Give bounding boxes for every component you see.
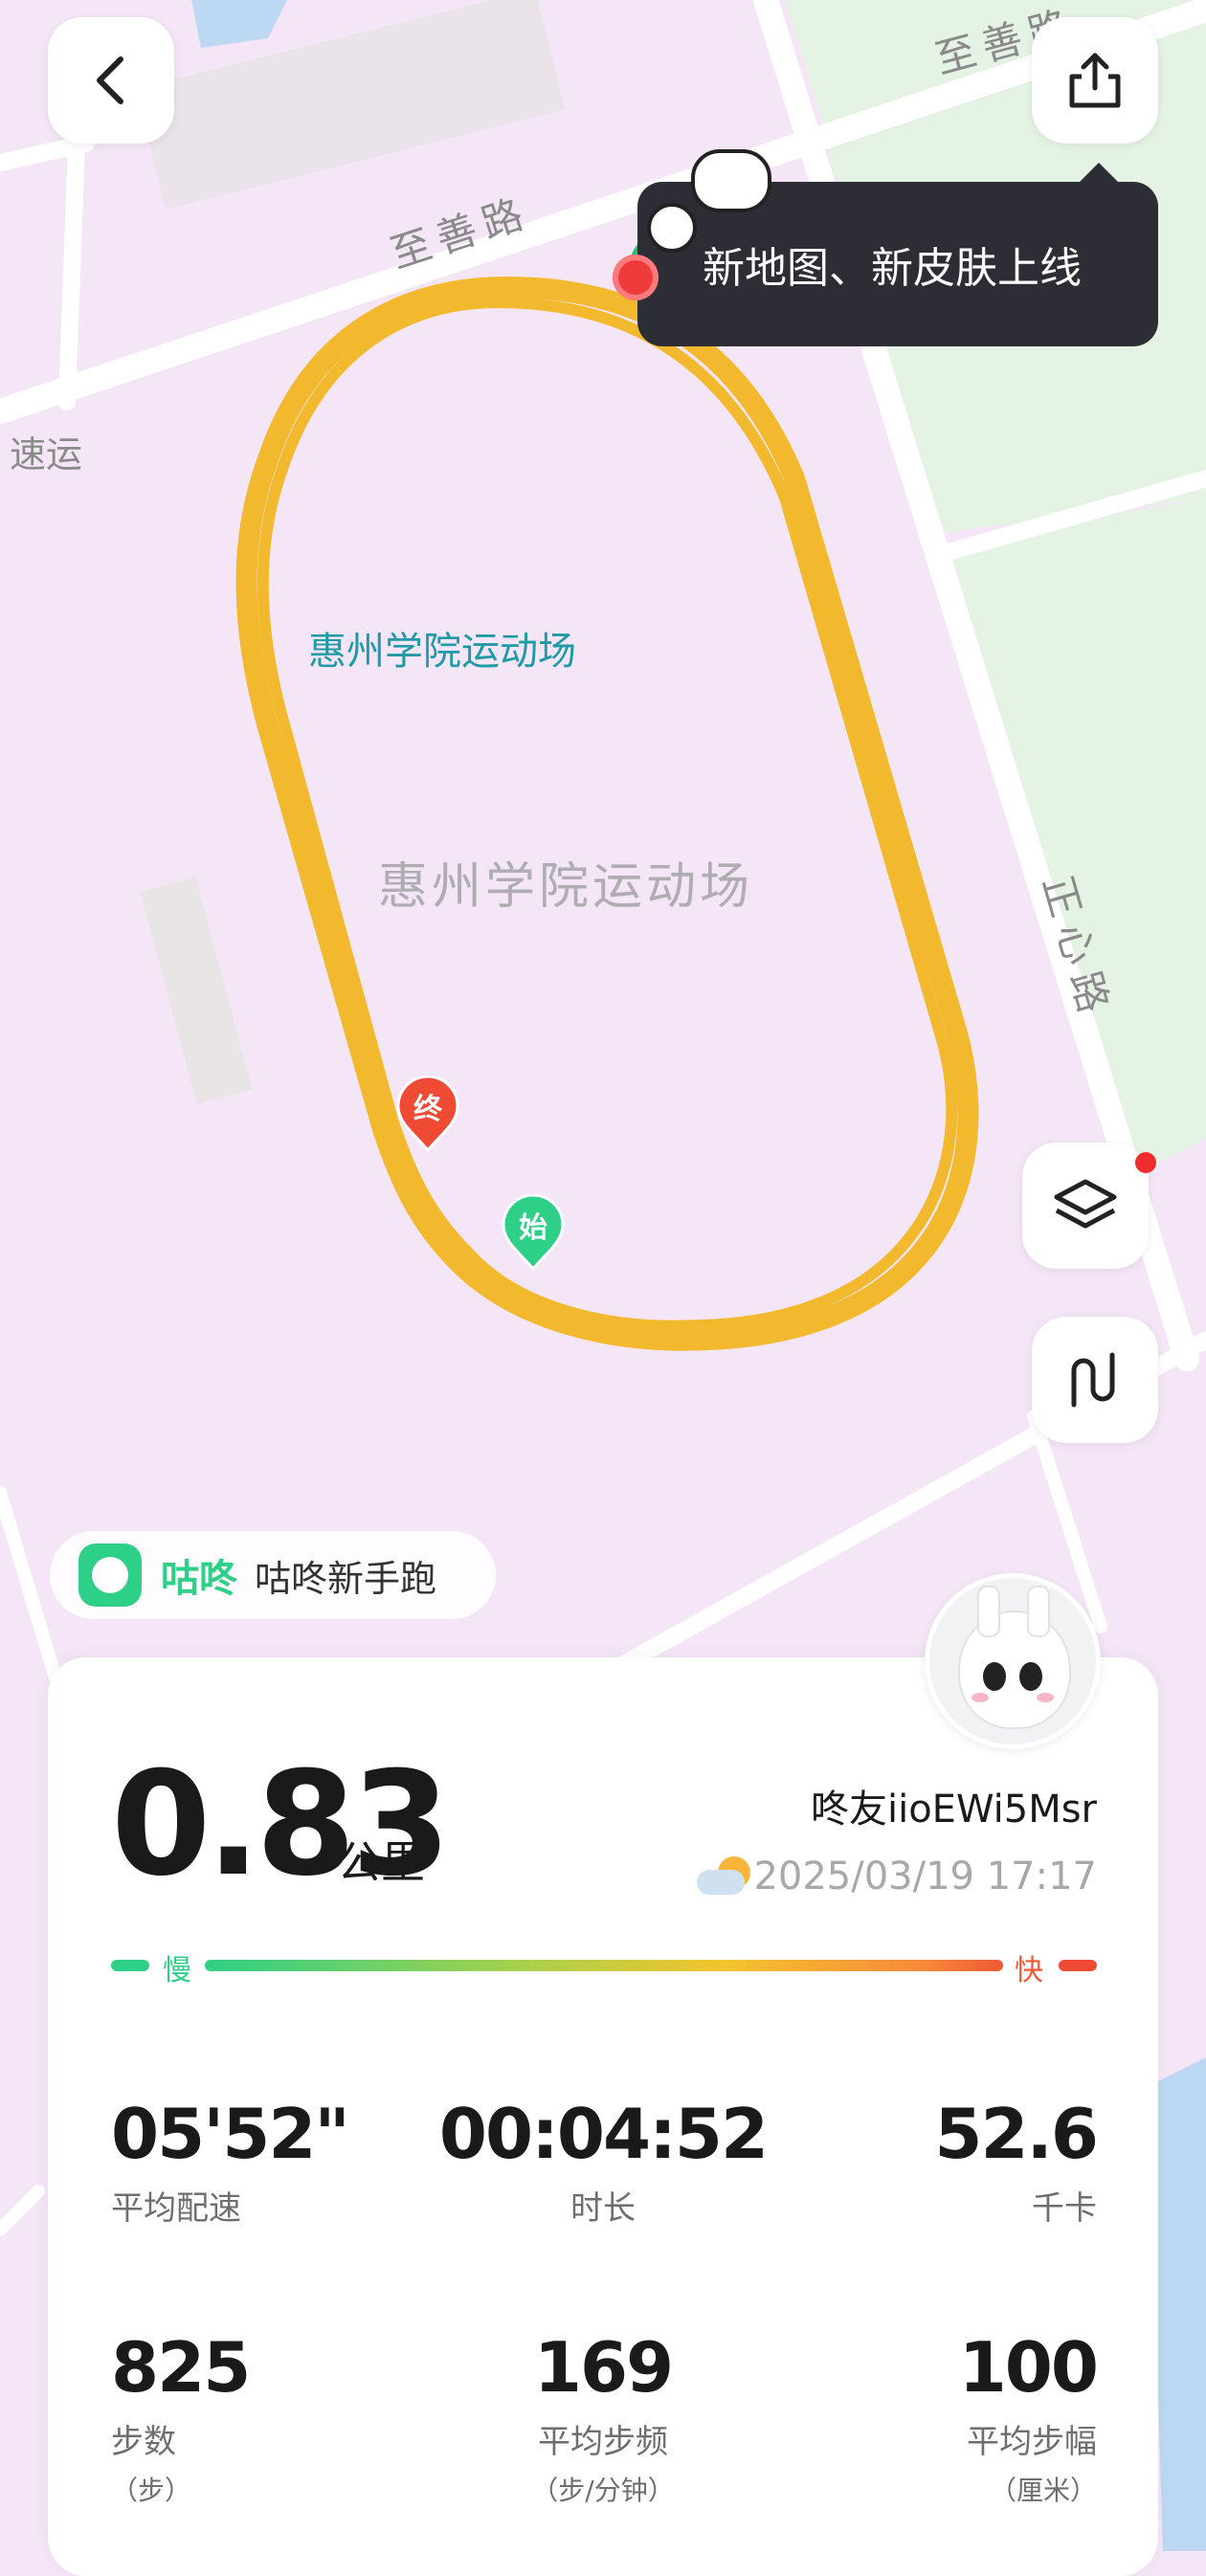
stat-label: 平均配速 — [111, 2189, 241, 2228]
brand-name: 咕咚 — [161, 1557, 237, 1601]
stat-stride: 100 平均步幅 （厘米） — [958, 2327, 1099, 2508]
username: 咚友iioEWi5Msr — [810, 1788, 1097, 1832]
stat-avg-pace: 05'52" 平均配速 — [111, 2094, 350, 2229]
venue-label: 惠州学院运动场 — [308, 630, 576, 674]
stat-steps: 825 步数 （步） — [111, 2327, 251, 2508]
pace-fast-label: 快 — [1015, 1954, 1043, 1988]
mascot-face — [958, 1610, 1071, 1729]
share-icon — [1069, 53, 1121, 108]
distance-unit: 公里 — [337, 1836, 425, 1888]
tooltip-arrow — [1078, 163, 1120, 184]
stat-label: 时长 — [570, 2189, 636, 2228]
stat-label: 平均步幅 — [967, 2423, 1097, 2461]
end-marker-label: 终 — [413, 1093, 442, 1126]
back-button[interactable] — [48, 17, 174, 144]
pace-bar: 慢 快 — [111, 1946, 1097, 1988]
start-marker-label: 始 — [519, 1211, 547, 1245]
stat-cadence: 169 平均步频 （步/分钟） — [412, 2327, 794, 2508]
weather-icon — [697, 1856, 752, 1895]
venue-label: 惠州学院运动场 — [378, 858, 754, 916]
stat-calories: 52.6 千卡 — [934, 2094, 1099, 2229]
route-icon — [1071, 1352, 1115, 1408]
stat-value: 100 — [958, 2327, 1099, 2408]
run-summary-card: 0.83 公里 咚友iioEWi5Msr 2025/03/19 17:17 慢 … — [48, 1657, 1158, 2576]
layers-icon — [1054, 1179, 1117, 1229]
stat-label: 千卡 — [1032, 2189, 1097, 2228]
stat-unit: （步/分钟） — [531, 2475, 675, 2506]
pace-slow-label: 慢 — [163, 1954, 191, 1988]
stat-value: 169 — [533, 2327, 674, 2408]
notification-dot — [1135, 1152, 1156, 1173]
avatar[interactable] — [925, 1573, 1101, 1749]
stat-label: 步数 — [111, 2423, 176, 2461]
stat-unit: （厘米） — [989, 2475, 1097, 2506]
share-button[interactable] — [1032, 17, 1158, 144]
checkpoint-icon — [647, 203, 697, 253]
pace-gradient — [205, 1960, 1003, 1971]
brand-tagline: 咕咚新手跑 — [255, 1557, 437, 1600]
stat-unit: （步） — [111, 2475, 192, 2506]
end-marker[interactable]: 终 — [396, 1075, 459, 1153]
flower-icon — [613, 255, 659, 300]
tooltip-text: 新地图、新皮肤上线 — [703, 244, 1082, 293]
stat-value: 825 — [111, 2327, 251, 2408]
brand-badge[interactable]: 咕咚 咕咚新手跑 — [50, 1531, 496, 1619]
stat-label: 平均步频 — [538, 2423, 668, 2461]
stat-duration: 00:04:52 时长 — [412, 2094, 794, 2229]
datetime: 2025/03/19 17:17 — [753, 1854, 1097, 1899]
stat-value: 00:04:52 — [438, 2094, 769, 2174]
chevron-left-icon — [97, 56, 123, 104]
start-marker[interactable]: 始 — [502, 1193, 565, 1272]
panda-icon — [691, 149, 771, 212]
route-toggle-button[interactable] — [1032, 1317, 1158, 1443]
road-label: 速运 — [10, 433, 83, 476]
app-logo-icon — [78, 1543, 142, 1607]
stat-value: 52.6 — [934, 2094, 1099, 2174]
layers-button[interactable] — [1022, 1143, 1149, 1269]
stat-value: 05'52" — [111, 2094, 350, 2174]
